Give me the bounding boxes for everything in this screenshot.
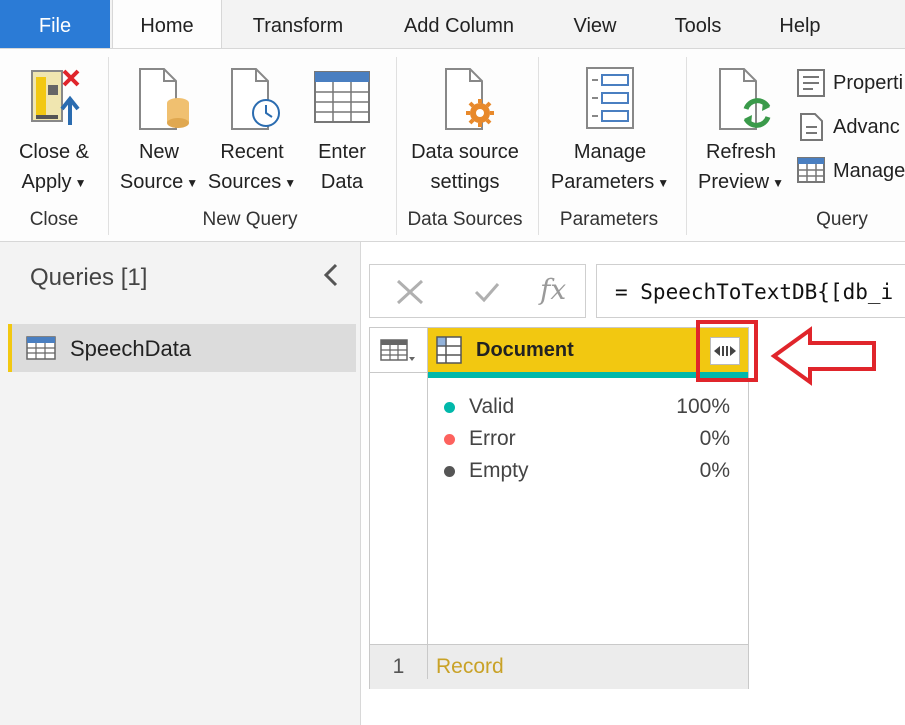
- table-icon: [314, 71, 370, 123]
- advanced-editor-icon: [800, 113, 823, 141]
- recent-sources-button[interactable]: Recent Sources ▼: [206, 59, 298, 209]
- new-source-button[interactable]: New Source ▼: [114, 59, 204, 209]
- highlight-box: [696, 320, 758, 382]
- group-separator: [396, 57, 397, 235]
- annotation-arrow-icon: [770, 326, 876, 386]
- tab-view[interactable]: View: [562, 0, 628, 48]
- quality-empty: Empty 0%: [428, 455, 748, 487]
- group-separator: [686, 57, 687, 235]
- commit-check-icon[interactable]: [474, 281, 500, 303]
- recent-sources-icon: [231, 68, 280, 130]
- row-number: 1: [370, 645, 428, 679]
- group-label-parameters: Parameters: [559, 209, 659, 230]
- quality-error: Error 0%: [428, 423, 748, 455]
- enter-data-button[interactable]: Enter Data: [300, 59, 384, 209]
- quality-value: 0%: [699, 459, 730, 482]
- advanced-editor-label: Advanc: [833, 116, 900, 138]
- collapse-chevron-icon[interactable]: [322, 262, 340, 295]
- formula-input[interactable]: = SpeechToTextDB{[db_i: [596, 264, 905, 318]
- table-menu-icon: [380, 339, 415, 361]
- group-separator: [108, 57, 109, 235]
- data-source-settings-label-1: Data source: [411, 141, 519, 163]
- column-quality-stats: Valid 100% Error 0% Empty 0%: [428, 378, 748, 644]
- quality-valid: Valid 100%: [428, 391, 748, 423]
- quality-label: Error: [469, 427, 516, 450]
- tab-file[interactable]: File: [0, 0, 110, 48]
- queries-title: Queries [1]: [30, 264, 148, 291]
- error-dot-icon: [444, 434, 455, 445]
- properties-icon: [797, 69, 825, 97]
- valid-dot-icon: [444, 402, 455, 413]
- query-item-speechdata[interactable]: SpeechData: [8, 324, 356, 372]
- tab-tools[interactable]: Tools: [664, 0, 732, 48]
- manage-parameters-label-2: Parameters: [550, 171, 655, 193]
- column-name: Document: [476, 339, 574, 361]
- quality-value: 100%: [676, 395, 730, 418]
- data-grid: Document Valid 100% Error 0% Empty 0% 1: [369, 327, 749, 689]
- enter-data-label-1: Enter: [318, 141, 366, 163]
- quality-value: 0%: [699, 427, 730, 450]
- formula-buttons: fx: [369, 264, 586, 318]
- new-source-icon: [139, 68, 189, 130]
- chevron-down-icon: ▼: [657, 175, 670, 190]
- recent-sources-label-2: Sources: [207, 171, 282, 193]
- tab-home[interactable]: Home: [112, 0, 222, 49]
- new-source-label-2: Source: [119, 171, 184, 193]
- cancel-x-icon[interactable]: [396, 279, 424, 305]
- chevron-down-icon: ▼: [284, 175, 297, 190]
- group-label-data-sources: Data Sources: [407, 209, 523, 230]
- record-type-icon[interactable]: [436, 336, 462, 364]
- table-menu-button[interactable]: [370, 328, 428, 373]
- row-number-column: [370, 372, 428, 644]
- table-icon: [26, 336, 56, 360]
- query-item-label: SpeechData: [70, 336, 192, 361]
- quality-label: Empty: [469, 459, 529, 482]
- refresh-icon: [719, 68, 771, 130]
- fx-icon[interactable]: fx: [540, 273, 566, 306]
- data-source-settings-icon: [445, 68, 494, 130]
- refresh-preview-button[interactable]: Refresh Preview ▼: [692, 59, 790, 209]
- chevron-down-icon: ▼: [186, 175, 199, 190]
- refresh-preview-label-2: Preview: [697, 171, 770, 193]
- close-apply-icon: [31, 69, 80, 125]
- group-separator: [538, 57, 539, 235]
- close-apply-label-1: Close &: [18, 141, 90, 163]
- enter-data-label-2: Data: [320, 171, 364, 193]
- properties-label: Properti: [833, 72, 904, 94]
- table-row[interactable]: 1 Record: [370, 644, 748, 689]
- chevron-down-icon: ▼: [772, 175, 785, 190]
- tab-help[interactable]: Help: [768, 0, 832, 48]
- tab-transform[interactable]: Transform: [240, 0, 356, 48]
- ribbon: Close & Apply ▼ Close New Source ▼ Recent …: [0, 48, 905, 242]
- close-apply-label-2: Apply: [21, 171, 72, 193]
- manage-parameters-button[interactable]: Manage Parameters ▼: [542, 59, 678, 209]
- empty-dot-icon: [444, 466, 455, 477]
- manage-table-icon: [797, 157, 825, 183]
- manage-label: Manage: [833, 160, 905, 182]
- queries-pane: Queries [1] SpeechData: [0, 242, 361, 725]
- ribbon-tabs: File Home Transform Add Column View Tool…: [0, 0, 905, 49]
- manage-parameters-icon: [586, 67, 634, 129]
- data-source-settings-label-2: settings: [430, 171, 500, 193]
- close-apply-button[interactable]: Close & Apply ▼: [8, 59, 100, 209]
- group-label-query: Query: [816, 209, 868, 230]
- quality-label: Valid: [469, 395, 515, 418]
- new-source-label-1: New: [138, 141, 179, 163]
- group-label-close: Close: [29, 209, 79, 230]
- group-label-new-query: New Query: [202, 209, 298, 230]
- record-link[interactable]: Record: [436, 655, 504, 679]
- data-source-settings-button[interactable]: Data source settings: [400, 59, 530, 209]
- recent-sources-label-1: Recent: [220, 141, 284, 163]
- chevron-down-icon: ▼: [74, 175, 87, 190]
- manage-parameters-label-1: Manage: [573, 141, 647, 163]
- tab-add-column[interactable]: Add Column: [392, 0, 526, 48]
- refresh-preview-label-1: Refresh: [705, 141, 777, 163]
